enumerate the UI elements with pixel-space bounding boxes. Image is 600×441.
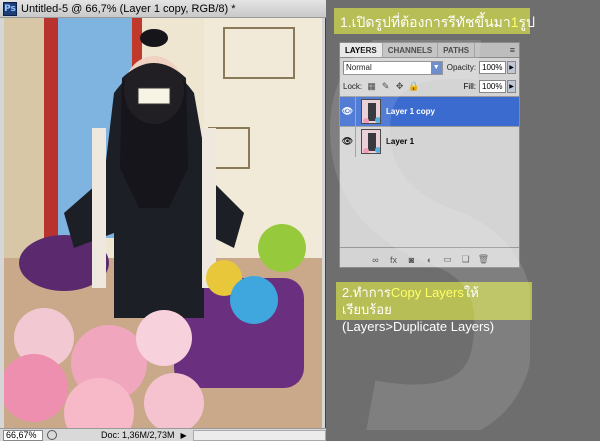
step2-highlight: Copy Layers (390, 285, 464, 300)
blend-row: Normal ▼ Opacity: 100% ▶ (340, 58, 519, 77)
step1-number: 1 (510, 14, 519, 30)
panel-menu-icon[interactable]: ≡ (506, 43, 519, 57)
step2-line2: (Layers>Duplicate Layers) (342, 319, 495, 334)
document-window: Ps Untitled-5 @ 66,7% (Layer 1 copy, RGB… (0, 0, 326, 441)
layer-name: Layer 1 copy (386, 107, 435, 116)
tab-channels[interactable]: CHANNELS (383, 43, 439, 57)
photo-image (4, 18, 322, 428)
document-title: Untitled-5 @ 66,7% (Layer 1 copy, RGB/8)… (21, 2, 236, 15)
layers-list: 👁 Layer 1 copy 👁 Layer 1 (340, 96, 519, 248)
blend-mode-select[interactable]: Normal ▼ (343, 60, 443, 75)
opacity-arrow-icon[interactable]: ▶ (507, 61, 516, 74)
panel-tabs: LAYERS CHANNELS PATHS ≡ (340, 43, 519, 58)
layer-name: Layer 1 (386, 137, 415, 146)
link-layers-icon[interactable]: ∞ (370, 254, 381, 265)
lock-position-icon[interactable]: ✥ (394, 81, 405, 92)
tab-layers[interactable]: LAYERS (340, 43, 383, 57)
adjustment-layer-icon[interactable]: ◐ (424, 254, 435, 265)
layers-bottom-bar: ∞ fx ◙ ◐ ▭ ❏ 🗑 (340, 248, 519, 265)
lock-row: Lock: ▦ ✎ ✥ 🔒 Fill: 100% ▶ (340, 77, 519, 96)
layer-mask-icon[interactable]: ◙ (406, 254, 417, 265)
zoom-field[interactable]: 66,67% (3, 429, 43, 441)
lock-all-icon[interactable]: 🔒 (408, 81, 419, 92)
eye-icon[interactable]: 👁 (340, 96, 356, 127)
document-info: Doc: 1,36M/2,73M (101, 430, 175, 440)
layers-panel: LAYERS CHANNELS PATHS ≡ Normal ▼ Opacity… (339, 42, 520, 268)
step1-suffix: รูป (518, 14, 535, 30)
step1-text: 1.เปิดรูปที่ต้องการรีทัชขึ้นมา (340, 14, 511, 30)
layer-style-icon[interactable]: fx (388, 254, 399, 265)
photo-canvas[interactable] (4, 18, 322, 428)
photoshop-icon: Ps (3, 1, 17, 16)
document-titlebar[interactable]: Ps Untitled-5 @ 66,7% (Layer 1 copy, RGB… (0, 0, 326, 18)
opacity-label: Opacity: (446, 63, 477, 72)
layer-thumbnail (361, 99, 381, 124)
lock-label: Lock: (343, 82, 363, 91)
horizontal-scrollbar[interactable] (192, 429, 326, 441)
fill-field[interactable]: 100% (479, 80, 506, 93)
step2-text: 2.ทำการ (342, 285, 391, 300)
fill-arrow-icon[interactable]: ▶ (507, 80, 516, 93)
layer-row[interactable]: 👁 Layer 1 copy (340, 96, 519, 127)
new-group-icon[interactable]: ▭ (442, 254, 453, 265)
layer-row[interactable]: 👁 Layer 1 (340, 126, 519, 157)
eye-icon[interactable]: 👁 (340, 126, 356, 157)
fill-label: Fill: (463, 82, 476, 91)
opacity-field[interactable]: 100% (479, 61, 507, 74)
lock-image-icon[interactable]: ✎ (380, 81, 391, 92)
layer-thumbnail (361, 129, 381, 154)
tab-paths[interactable]: PATHS (438, 43, 476, 57)
status-bar: 66,67% Doc: 1,36M/2,73M ▶ (0, 428, 326, 441)
lock-transparent-icon[interactable]: ▦ (366, 81, 377, 92)
status-icon (47, 430, 57, 440)
status-menu-arrow-icon[interactable]: ▶ (181, 431, 187, 440)
chevron-down-icon: ▼ (430, 61, 442, 74)
new-layer-icon[interactable]: ❏ (460, 254, 471, 265)
delete-layer-icon[interactable]: 🗑 (478, 254, 489, 265)
blend-mode-value: Normal (346, 63, 372, 72)
step1-caption: 1.เปิดรูปที่ต้องการรีทัชขึ้นมา1รูป (334, 8, 535, 34)
step2-caption: 2.ทำการCopy Layersให้เรียบร้อย (Layers>D… (336, 282, 532, 334)
